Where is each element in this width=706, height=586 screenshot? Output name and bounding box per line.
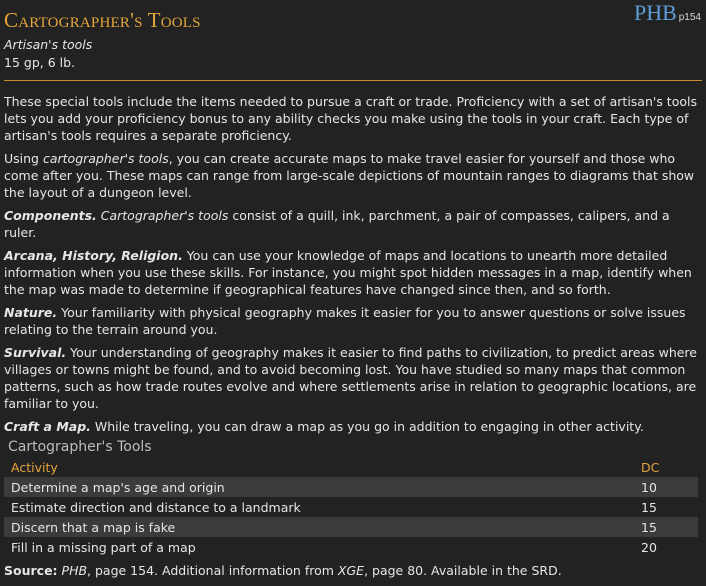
entry-text: Your understanding of geography makes it… <box>4 345 697 411</box>
entry-heading: Components. <box>4 208 97 223</box>
craft-entry: Craft a Map. While traveling, you can dr… <box>4 418 698 435</box>
dc-cell: 15 <box>641 517 698 537</box>
source-book-phb[interactable]: PHB <box>62 563 88 578</box>
header-divider <box>4 80 702 81</box>
activity-cell: Estimate direction and distance to a lan… <box>11 499 301 515</box>
entry-heading: Survival. <box>4 345 67 360</box>
entry-heading: Craft a Map. <box>4 419 91 434</box>
activity-table: Activity DC Determine a map's age and or… <box>4 458 698 557</box>
table-row: Determine a map's age and origin 10 <box>4 477 698 497</box>
item-title: Cartographer's Tools <box>4 8 201 32</box>
dc-cell: 10 <box>641 477 698 497</box>
nature-entry: Nature. Your familiarity with physical g… <box>4 304 698 338</box>
table-row: Discern that a map is fake 15 <box>4 517 698 537</box>
entry-text: While traveling, you can draw a map as y… <box>90 419 644 434</box>
dc-cell: 20 <box>641 539 657 555</box>
column-header-activity: Activity <box>11 460 58 475</box>
item-description: These special tools include the items ne… <box>4 93 698 579</box>
source-footer: Source: PHB, page 154. Additional inform… <box>4 562 698 579</box>
item-type: Artisan's tools <box>4 37 93 52</box>
description-paragraph: Using cartographer's tools, you can crea… <box>4 150 698 201</box>
tool-link[interactable]: cartographer's tools <box>43 151 169 166</box>
description-paragraph: These special tools include the items ne… <box>4 94 697 143</box>
source-text: , page 80. Available in the SRD. <box>364 563 562 578</box>
source-book-xge[interactable]: XGE <box>338 563 364 578</box>
source-page: p154 <box>678 12 701 23</box>
table-header-row: Activity DC <box>4 458 698 477</box>
arcana-entry: Arcana, History, Religion. You can use y… <box>4 247 698 298</box>
item-header: Cartographer's Tools PHB p154 Artisan's t… <box>0 0 706 81</box>
components-entry: Components. Cartographer's tools consist… <box>4 207 698 241</box>
source-badge[interactable]: PHB p154 <box>634 2 701 26</box>
survival-entry: Survival. Your understanding of geograph… <box>4 344 698 412</box>
entry-heading: Nature. <box>4 305 58 320</box>
table-caption: Cartographer's Tools <box>8 439 152 455</box>
source-text: , page 154. Additional information from <box>87 563 338 578</box>
text: Using <box>4 151 43 166</box>
entry-heading: Arcana, History, Religion. <box>4 248 183 263</box>
activity-cell: Fill in a missing part of a map <box>11 539 196 555</box>
column-header-dc: DC <box>641 460 660 475</box>
source-label: Source: <box>4 563 58 578</box>
source-book[interactable]: PHB <box>634 0 677 25</box>
tool-name: Cartographer's tools <box>100 208 229 223</box>
entry-text: Your familiarity with physical geography… <box>4 305 686 337</box>
activity-cell: Discern that a map is fake <box>4 517 641 537</box>
table-row: Fill in a missing part of a map 20 <box>4 537 698 557</box>
dc-cell: 15 <box>641 499 657 515</box>
activity-cell: Determine a map's age and origin <box>4 477 641 497</box>
item-cost-weight: 15 gp, 6 lb. <box>4 55 76 70</box>
table-row: Estimate direction and distance to a lan… <box>4 497 698 517</box>
